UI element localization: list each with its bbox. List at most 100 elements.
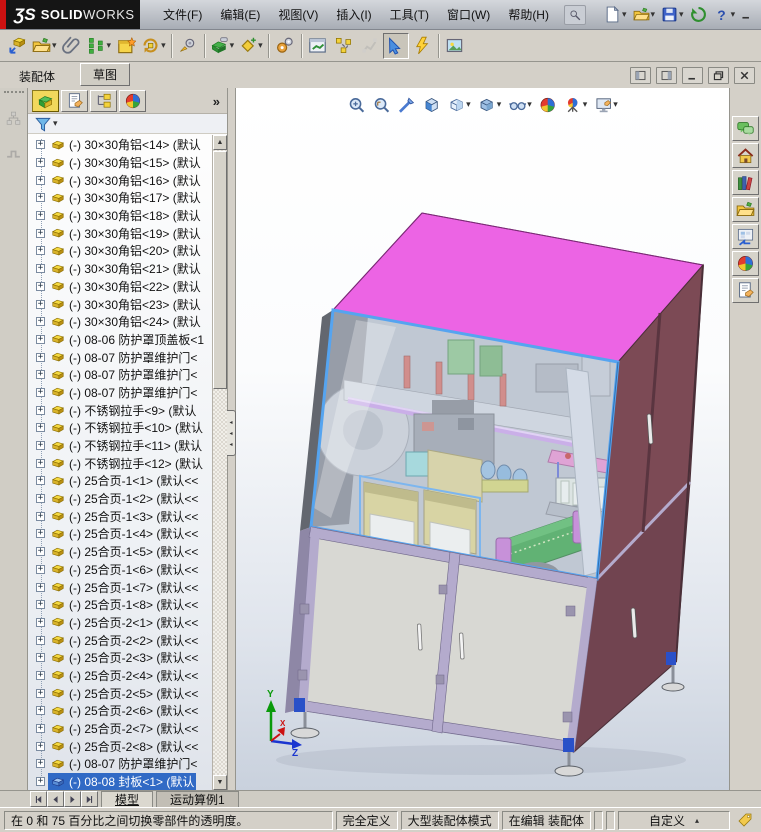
tree-item[interactable]: + (-) 08-07 防护罩维护门<	[28, 366, 212, 384]
pin-menu-button[interactable]	[563, 4, 586, 25]
tree-item[interactable]: + (-) 30×30角铝<14> (默认	[28, 136, 212, 154]
dropdown-arrow[interactable]: ▾	[107, 40, 112, 51]
expand-toggle[interactable]: +	[36, 193, 45, 203]
filter-button[interactable]: ▾	[32, 112, 60, 135]
tab-sketch[interactable]: 草图	[80, 63, 131, 86]
expand-toggle[interactable]: +	[36, 441, 45, 451]
take-snapshot-button[interactable]	[442, 33, 468, 59]
tree-item[interactable]: + (-) 25合页-1<6> (默认<<	[28, 561, 212, 579]
model-3d-view[interactable]: Y Z X	[236, 88, 729, 790]
tree-item[interactable]: + (-) 08-07 防护罩维护门<	[28, 755, 212, 773]
scroll-thumb[interactable]	[213, 151, 227, 389]
dropdown-arrow[interactable]: ▾	[52, 40, 57, 51]
dropdown-arrow[interactable]: ▾	[622, 9, 627, 20]
expand-toggle[interactable]: +	[36, 211, 45, 221]
tab-assembly[interactable]: 装配体	[8, 65, 66, 88]
expand-toggle[interactable]: +	[36, 759, 45, 769]
expand-toggle[interactable]: +	[36, 511, 45, 521]
apply-scene-button[interactable]: ▾	[562, 93, 590, 116]
expand-toggle[interactable]: +	[36, 706, 45, 716]
previous-view-button[interactable]	[395, 93, 417, 116]
help-button[interactable]: ? ▾	[711, 3, 738, 27]
tree-item[interactable]: + (-) 30×30角铝<17> (默认	[28, 189, 212, 207]
go-previous-button[interactable]	[47, 791, 64, 807]
tree-item[interactable]: + (-) 08-07 防护罩维护门<	[28, 384, 212, 402]
tree-item[interactable]: + (-) 不锈钢拉手<10> (默认	[28, 419, 212, 437]
solidworks-forum-button[interactable]	[732, 116, 759, 141]
change-transparency-button[interactable]	[382, 32, 409, 59]
tree-item[interactable]: + (-) 25合页-2<1> (默认<<	[28, 614, 212, 632]
dropdown-arrow[interactable]: ▾	[466, 99, 471, 110]
view-palette-button[interactable]	[732, 224, 759, 249]
tree-item[interactable]: + (-) 25合页-1<2> (默认<<	[28, 490, 212, 508]
section-view-button[interactable]	[420, 93, 442, 116]
configurationmanager-tab-button[interactable]	[90, 90, 117, 112]
tree-item[interactable]: + (-) 25合页-1<4> (默认<<	[28, 525, 212, 543]
dropdown-arrow[interactable]: ▾	[527, 99, 532, 110]
expand-toggle[interactable]: +	[36, 494, 45, 504]
hide-show-items-button[interactable]: ▾	[506, 93, 534, 116]
pane-preview-left-button[interactable]	[630, 67, 651, 84]
tree-item[interactable]: + (-) 30×30角铝<23> (默认	[28, 295, 212, 313]
tree-item[interactable]: + (-) 25合页-2<7> (默认<<	[28, 720, 212, 738]
dropdown-arrow[interactable]: ▾	[679, 9, 684, 20]
expand-toggle[interactable]: +	[36, 741, 45, 751]
view-orientation-button[interactable]: ▾	[445, 93, 473, 116]
pane-preview-right-button[interactable]	[656, 67, 677, 84]
smart-fasteners-button[interactable]	[113, 33, 139, 59]
tag-button[interactable]	[735, 809, 755, 832]
rotate-component-button[interactable]: ▾	[139, 33, 168, 59]
tree-item[interactable]: + (-) 30×30角铝<16> (默认	[28, 171, 212, 189]
zoom-to-fit-button[interactable]	[345, 93, 367, 116]
window-minimize-button[interactable]	[737, 7, 755, 22]
exploded-view-button[interactable]	[331, 33, 357, 59]
appearances-scenes-button[interactable]	[732, 251, 759, 276]
tree-item[interactable]: + (-) 30×30角铝<24> (默认	[28, 313, 212, 331]
tab-overflow-chevron[interactable]: »	[213, 94, 225, 109]
tree-item[interactable]: + (-) 30×30角铝<21> (默认	[28, 260, 212, 278]
expand-toggle[interactable]: +	[36, 423, 45, 433]
tree-item[interactable]: + (-) 25合页-1<7> (默认<<	[28, 578, 212, 596]
tab-model[interactable]: 模型	[101, 791, 154, 807]
dropdown-arrow[interactable]: ▾	[230, 40, 235, 51]
menu-view[interactable]: 视图(V)	[269, 3, 327, 26]
expand-toggle[interactable]: +	[36, 564, 45, 574]
expand-toggle[interactable]: +	[36, 334, 45, 344]
expand-toggle[interactable]: +	[36, 458, 45, 468]
mate-button[interactable]	[59, 33, 85, 59]
tree-item[interactable]: + (-) 不锈钢拉手<9> (默认	[28, 401, 212, 419]
expand-toggle[interactable]: +	[36, 529, 45, 539]
tree-item[interactable]: + (-) 25合页-2<8> (默认<<	[28, 737, 212, 755]
bill-of-materials-button[interactable]	[305, 33, 331, 59]
tree-item[interactable]: + (-) 08-06 防护罩顶盖板<1	[28, 331, 212, 349]
panel-collapse-handle[interactable]: ◂ ◂ ◂	[227, 410, 236, 456]
move-component-button[interactable]	[175, 33, 201, 59]
simulation-advisor-button[interactable]	[409, 33, 435, 59]
tree-item[interactable]: + (-) 25合页-2<4> (默认<<	[28, 667, 212, 685]
file-explorer-button[interactable]	[732, 197, 759, 222]
tree-item[interactable]: + (-) 25合页-2<6> (默认<<	[28, 702, 212, 720]
expand-toggle[interactable]: +	[36, 635, 45, 645]
document-restore-button[interactable]	[708, 67, 729, 84]
tree-item[interactable]: + (-) 不锈钢拉手<12> (默认	[28, 454, 212, 472]
rebuild-button[interactable]	[688, 3, 709, 27]
dropdown-arrow[interactable]: ▾	[53, 118, 58, 129]
expand-toggle[interactable]: +	[36, 777, 45, 787]
explode-line-sketch-button[interactable]	[357, 33, 383, 59]
status-custom-button[interactable]: 自定义 ▴	[618, 810, 730, 830]
expand-toggle[interactable]: +	[36, 724, 45, 734]
menu-file[interactable]: 文件(F)	[154, 3, 211, 26]
expand-toggle[interactable]: +	[36, 600, 45, 610]
dropdown-arrow[interactable]: ▾	[497, 99, 502, 110]
expand-toggle[interactable]: +	[36, 140, 45, 150]
expand-toggle[interactable]: +	[36, 405, 45, 415]
dropdown-arrow[interactable]: ▾	[161, 40, 166, 51]
tree-item[interactable]: + (-) 不锈钢拉手<11> (默认	[28, 437, 212, 455]
tab-motion-study[interactable]: 运动算例1	[156, 791, 239, 807]
go-first-button[interactable]	[30, 791, 47, 807]
menu-edit[interactable]: 编辑(E)	[211, 3, 269, 26]
dropdown-arrow[interactable]: ▾	[731, 9, 736, 20]
display-style-button[interactable]: ▾	[476, 93, 504, 116]
expand-toggle[interactable]: +	[36, 299, 45, 309]
dropdown-arrow[interactable]: ▾	[258, 40, 263, 51]
